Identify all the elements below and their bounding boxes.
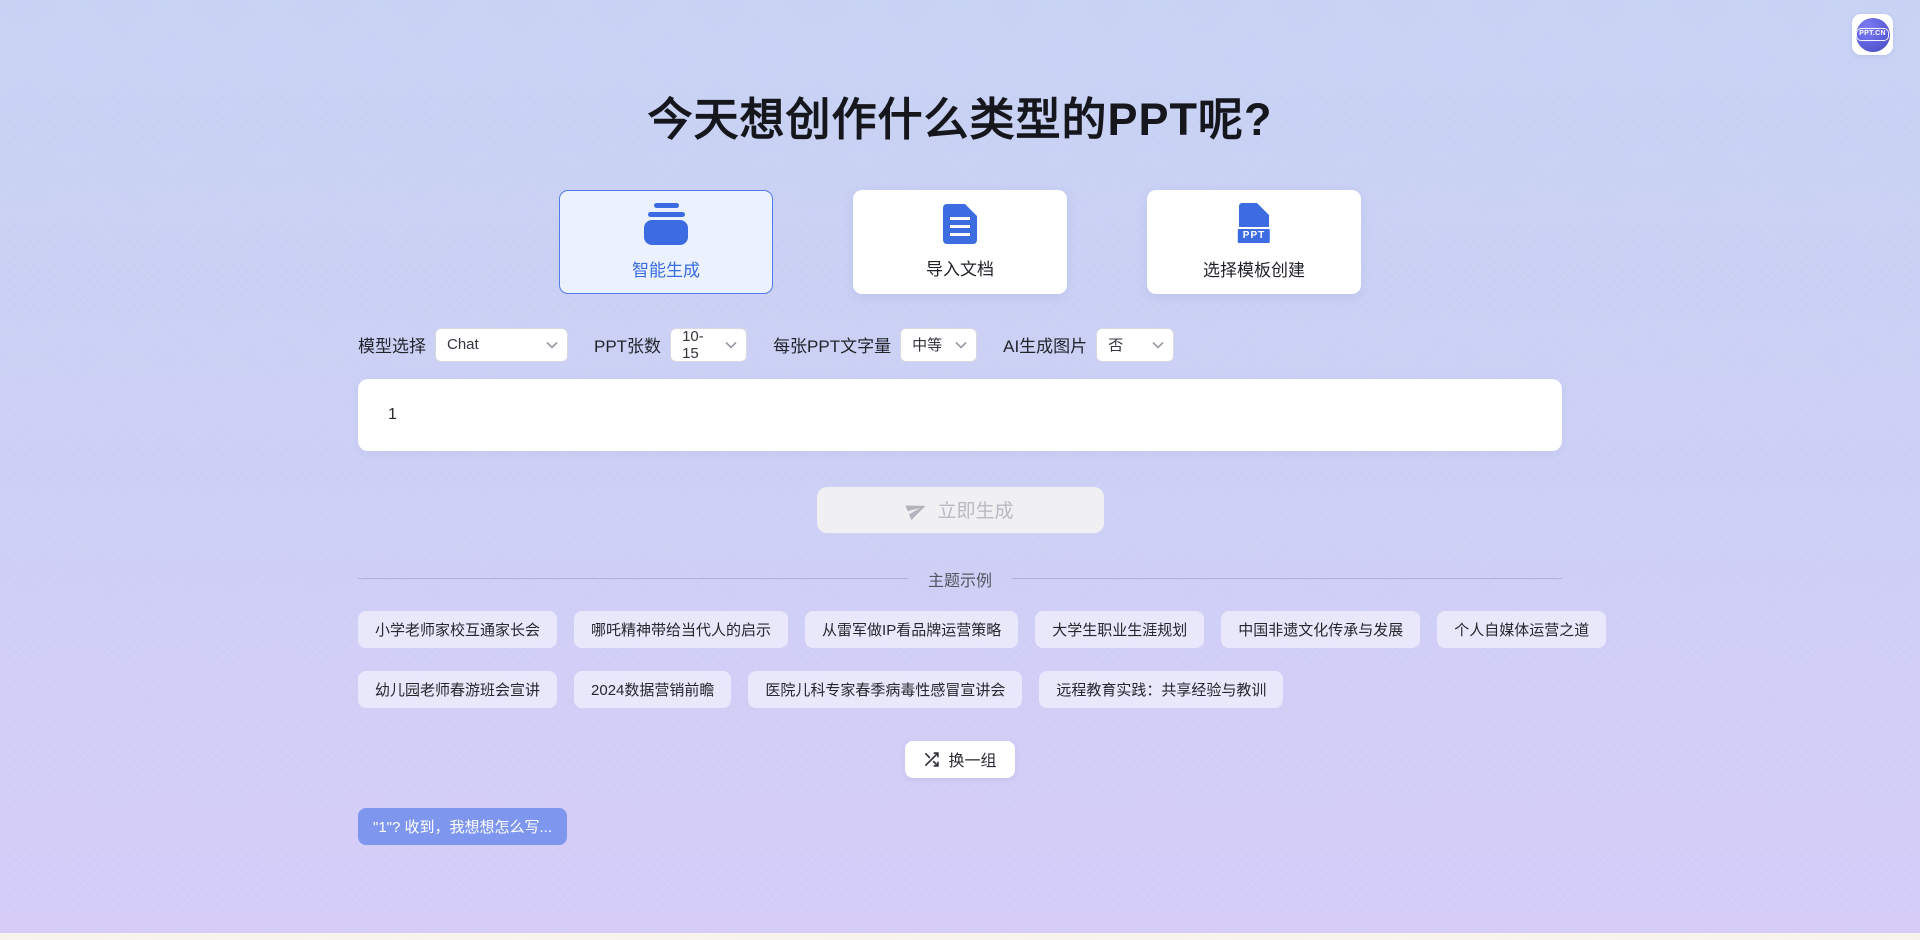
topic-chip[interactable]: 从雷军做IP看品牌运营策略 [805, 611, 1018, 648]
card-smart-generate[interactable]: 智能生成 [559, 190, 773, 294]
assistant-bubble-row: "1"? 收到，我想想怎么写... [358, 808, 1562, 845]
stack-icon [643, 203, 689, 245]
shuffle-button[interactable]: 换一组 [905, 741, 1014, 778]
divider-line [358, 578, 908, 579]
shuffle-button-label: 换一组 [948, 747, 996, 771]
example-topics-row-1: 小学老师家校互通家长会 哪吒精神带给当代人的启示 从雷军做IP看品牌运营策略 大… [358, 611, 1562, 648]
ppt-file-icon: PPT [1230, 203, 1278, 245]
option-pages: PPT张数 10-15 [594, 328, 747, 362]
card-choose-template-label: 选择模板创建 [1203, 256, 1305, 281]
pages-select[interactable]: 10-15 [670, 328, 747, 362]
topic-chip[interactable]: 大学生职业生涯规划 [1035, 611, 1204, 648]
model-select-label: 模型选择 [358, 332, 426, 357]
card-smart-generate-label: 智能生成 [632, 256, 700, 281]
text-amount-select[interactable]: 中等 [900, 328, 977, 362]
card-import-document-label: 导入文档 [926, 255, 994, 280]
shuffle-row: 换一组 [358, 741, 1562, 778]
generate-button-label: 立即生成 [937, 496, 1013, 523]
pages-select-label: PPT张数 [594, 332, 661, 357]
option-model: 模型选择 Chat [358, 328, 568, 362]
topic-chip[interactable]: 个人自媒体运营之道 [1437, 611, 1606, 648]
model-select[interactable]: Chat [435, 328, 568, 362]
topic-chip[interactable]: 哪吒精神带给当代人的启示 [574, 611, 788, 648]
examples-divider: 主题示例 [358, 567, 1562, 591]
logo-circle-icon: PPT.CN [1856, 18, 1890, 52]
main-content: 今天想创作什么类型的PPT呢? 智能生成 导入文档 PPT 选择模板创建 模型选… [358, 0, 1562, 845]
ai-images-select[interactable]: 否 [1096, 328, 1174, 362]
pages-select-value: 10-15 [682, 328, 719, 362]
chevron-down-icon [955, 341, 967, 349]
ppt-badge-text: PPT [1236, 227, 1272, 245]
topic-chip[interactable]: 幼儿园老师春游班会宣讲 [358, 671, 557, 708]
creation-type-cards: 智能生成 导入文档 PPT 选择模板创建 [358, 190, 1562, 294]
option-ai-images: AI生成图片 否 [1003, 328, 1174, 362]
document-icon [943, 204, 977, 244]
chevron-down-icon [1152, 341, 1164, 349]
model-select-value: Chat [447, 336, 479, 353]
topic-chip[interactable]: 小学老师家校互通家长会 [358, 611, 557, 648]
logo-text: PPT.CN [1856, 28, 1889, 40]
app-logo[interactable]: PPT.CN [1852, 14, 1893, 55]
option-text-amount: 每张PPT文字量 中等 [773, 328, 977, 362]
text-amount-select-value: 中等 [912, 334, 942, 355]
examples-section-title: 主题示例 [928, 567, 992, 591]
topic-chip[interactable]: 远程教育实践：共享经验与教训 [1039, 671, 1283, 708]
page-title: 今天想创作什么类型的PPT呢? [358, 0, 1562, 150]
chevron-down-icon [546, 341, 558, 349]
generate-row: 立即生成 [358, 487, 1562, 533]
prompt-input[interactable]: 1 [358, 379, 1562, 451]
generate-button[interactable]: 立即生成 [817, 487, 1104, 533]
topic-chip[interactable]: 医院儿科专家春季病毒性感冒宣讲会 [748, 671, 1022, 708]
example-topics-row-2: 幼儿园老师春游班会宣讲 2024数据营销前瞻 医院儿科专家春季病毒性感冒宣讲会 … [358, 671, 1562, 708]
topic-chip[interactable]: 中国非遗文化传承与发展 [1221, 611, 1420, 648]
text-amount-select-label: 每张PPT文字量 [773, 332, 891, 357]
divider-line [1012, 578, 1562, 579]
ai-images-select-value: 否 [1108, 334, 1123, 355]
topic-chip[interactable]: 2024数据营销前瞻 [574, 671, 731, 708]
card-choose-template[interactable]: PPT 选择模板创建 [1147, 190, 1361, 294]
ai-images-select-label: AI生成图片 [1003, 332, 1087, 357]
generation-options: 模型选择 Chat PPT张数 10-15 每张PPT文字量 中等 AI生成图片… [358, 328, 1562, 362]
card-import-document[interactable]: 导入文档 [853, 190, 1067, 294]
assistant-message-bubble: "1"? 收到，我想想怎么写... [358, 808, 567, 845]
shuffle-icon [923, 751, 940, 768]
paper-plane-icon [903, 496, 930, 523]
chevron-down-icon [725, 341, 737, 349]
